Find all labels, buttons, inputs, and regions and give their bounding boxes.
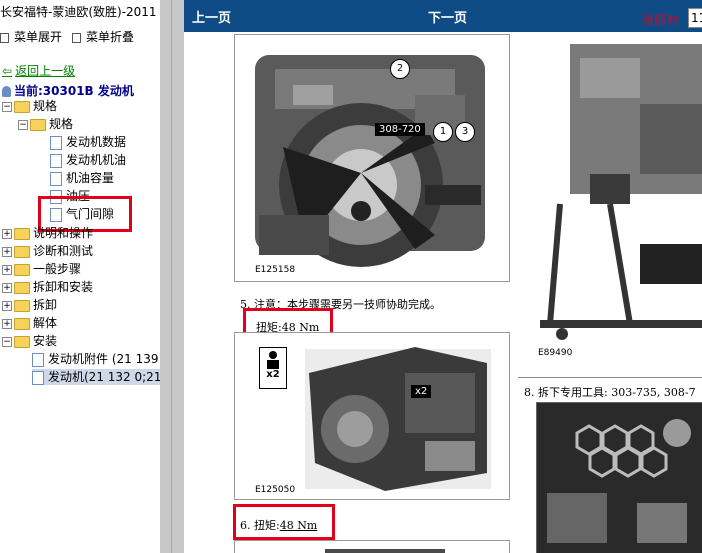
collapse-icon[interactable]: − <box>2 101 12 112</box>
callout-3: 3 <box>455 122 475 142</box>
splitter-line <box>171 0 172 553</box>
tree-item-label: 发动机(21 132 0;21 <box>48 370 160 384</box>
menu-expand-icon <box>0 32 9 43</box>
figure-engine-stand: E89490 <box>520 34 702 362</box>
prev-page-button[interactable]: 上一页 <box>192 7 231 26</box>
tree-node-label: 规格 <box>33 99 58 113</box>
tree-node-label: 拆卸 <box>33 298 58 312</box>
document-icon <box>32 352 44 367</box>
menu-collapse-button[interactable]: 菜单折叠 <box>72 28 134 45</box>
tree-item-label: 机油容量 <box>66 171 115 185</box>
back-arrow-icon: ⇦ <box>2 64 13 78</box>
tree-node-spec-root[interactable]: − 规格 <box>2 98 57 114</box>
tree-item-label: 发动机机油 <box>66 153 127 167</box>
next-page-button[interactable]: 下一页 <box>428 7 467 26</box>
badge-x2: x2 <box>266 369 280 380</box>
figure-engine-tool: 2 308-720 1 3 E125158 <box>234 34 510 282</box>
current-location: 当前:30301B 发动机 <box>2 82 134 99</box>
callout-2: 2 <box>390 59 410 79</box>
collapse-icon[interactable]: − <box>2 336 12 347</box>
divider <box>518 377 702 378</box>
expand-icon[interactable]: + <box>2 300 12 311</box>
document-icon <box>50 171 62 186</box>
menu-collapse-icon <box>72 32 81 43</box>
current-location-icon <box>2 86 11 97</box>
tree-item-oil-capacity[interactable]: 机油容量 <box>50 170 114 186</box>
two-technician-icon: x2 <box>259 347 287 389</box>
step-8-text: 8. 拆下专用工具: 303-735, 308-7 <box>524 386 696 399</box>
tree-node-label: 规格 <box>49 117 74 131</box>
tree-node-label: 安装 <box>33 334 58 348</box>
expand-icon[interactable]: + <box>2 282 12 293</box>
expand-icon[interactable]: + <box>2 228 12 239</box>
tree-item-engine-oil[interactable]: 发动机机油 <box>50 152 126 168</box>
tree-node-installation[interactable]: − 安装 <box>2 333 57 349</box>
figure-id: E125158 <box>255 265 296 275</box>
figure-id: E125050 <box>255 485 296 495</box>
folder-icon <box>14 245 30 258</box>
tree-node-diagnosis[interactable]: + 诊断和测试 <box>2 243 93 259</box>
engine-tool-illustration <box>255 55 485 267</box>
tree-node-label: 解体 <box>33 316 58 330</box>
expand-icon[interactable]: + <box>2 246 12 257</box>
tree-node-removal[interactable]: + 拆卸 <box>2 297 57 313</box>
tree-node-label: 说明和操作 <box>33 226 94 240</box>
folder-icon <box>14 317 30 330</box>
tree-node-description[interactable]: + 说明和操作 <box>2 225 93 241</box>
current-location-label: 当前:30301B 发动机 <box>14 84 134 98</box>
expand-icon[interactable]: + <box>2 318 12 329</box>
tree-item-engine-data[interactable]: 发动机数据 <box>50 134 126 150</box>
document-icon <box>32 370 44 385</box>
tree-item-label: 发动机数据 <box>66 135 127 149</box>
menu-expand-label: 菜单展开 <box>14 30 63 44</box>
document-icon <box>50 153 62 168</box>
tree-node-remove-install[interactable]: + 拆卸和安装 <box>2 279 93 295</box>
tree-panel: 长安福特-蒙迪欧(致胜)-2011 菜单展开 菜单折叠 ⇦ 返回上一级 当前:30… <box>0 0 160 553</box>
tree-node-label: 诊断和测试 <box>33 244 94 258</box>
page-label: 当前为 <box>642 13 679 27</box>
engine-stand-illustration <box>540 44 702 340</box>
figure-transmission: x2 x2 E125050 <box>234 332 510 500</box>
tree-node-disassembly[interactable]: + 解体 <box>2 315 57 331</box>
panel-splitter[interactable] <box>160 0 184 553</box>
tree-node-spec-folder[interactable]: − 规格 <box>18 116 73 132</box>
document-icon <box>50 135 62 150</box>
special-tool-illustration <box>537 403 702 553</box>
page-number-input[interactable]: 11 <box>688 8 702 28</box>
folder-icon <box>14 281 30 294</box>
figure-special-tool <box>536 402 702 553</box>
back-link-label: 返回上一级 <box>15 64 76 78</box>
document-viewer: 上一页 下一页 当前为 11 2 308-720 <box>184 0 702 553</box>
viewer-toolbar: 上一页 下一页 当前为 11 <box>184 0 702 32</box>
next-figure-illustration <box>325 549 445 553</box>
tree-node-general[interactable]: + 一般步骤 <box>2 261 81 277</box>
collapse-icon[interactable]: − <box>18 119 28 130</box>
document-page: 2 308-720 1 3 E125158 5. 注意：本步骤需要另一技师协助完… <box>184 32 702 553</box>
folder-icon <box>14 263 30 276</box>
callout-1: 1 <box>433 122 453 142</box>
badge-x2-callout: x2 <box>411 385 432 398</box>
tree-node-label: 一般步骤 <box>33 262 82 276</box>
tree-node-label: 拆卸和安装 <box>33 280 94 294</box>
tree-item-engine-selected[interactable]: 发动机(21 132 0;21 <box>32 369 160 385</box>
folder-icon <box>14 299 30 312</box>
tool-tag: 308-720 <box>375 123 425 136</box>
folder-icon <box>30 118 46 131</box>
tree-item-engine-accessories[interactable]: 发动机附件 (21 139 4 <box>32 351 160 367</box>
back-link[interactable]: ⇦ 返回上一级 <box>2 62 75 79</box>
folder-icon <box>14 227 30 240</box>
app-title: 长安福特-蒙迪欧(致胜)-2011 <box>0 5 157 19</box>
expand-icon[interactable]: + <box>2 264 12 275</box>
folder-icon <box>14 335 30 348</box>
menu-expand-button[interactable]: 菜单展开 <box>0 28 62 45</box>
figure-next <box>234 540 510 553</box>
figure-id: E89490 <box>538 348 573 358</box>
highlight-box-torque-2 <box>233 504 335 540</box>
menu-collapse-label: 菜单折叠 <box>86 30 135 44</box>
folder-icon <box>14 100 30 113</box>
tree-item-label: 发动机附件 (21 139 4 <box>48 352 160 366</box>
